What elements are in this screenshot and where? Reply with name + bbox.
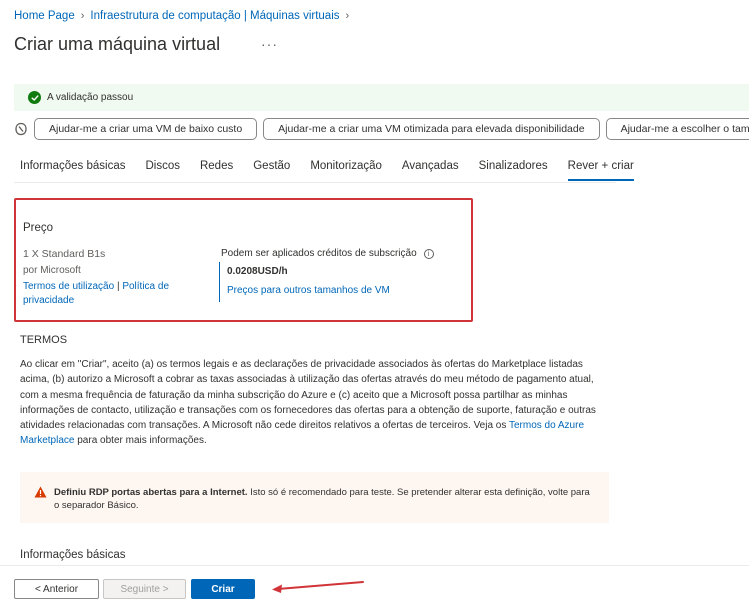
wizard-footer: < Anterior Seguinte > Criar <box>0 565 749 613</box>
warning-bold-text: Definiu RDP portas abertas para a Intern… <box>54 487 248 498</box>
suggestion-low-cost-vm[interactable]: Ajudar-me a criar uma VM de baixo custo <box>34 118 258 140</box>
tab-basics[interactable]: Informações básicas <box>20 160 125 181</box>
tab-advanced[interactable]: Avançadas <box>402 160 459 181</box>
annotation-arrow-icon <box>272 581 364 593</box>
breadcrumb-chevron-icon: › <box>80 10 85 22</box>
basics-section-heading: Informações básicas <box>20 549 126 561</box>
rdp-warning-banner: Definiu RDP portas abertas para a Intern… <box>20 472 609 523</box>
copilot-suggestions: Ajudar-me a criar uma VM de baixo custo … <box>14 117 749 141</box>
credit-note: Podem ser aplicados créditos de subscriç… <box>221 248 434 259</box>
success-check-icon <box>28 91 41 104</box>
next-button[interactable]: Seguinte > <box>103 579 186 599</box>
product-publisher: por Microsoft <box>23 265 81 276</box>
suggestion-high-availability-vm[interactable]: Ajudar-me a criar uma VM otimizada para … <box>263 118 600 140</box>
wizard-tabs: Informações básicas Discos Redes Gestão … <box>20 160 654 181</box>
validation-banner: A validação passou <box>14 84 749 111</box>
tab-networking[interactable]: Redes <box>200 160 233 181</box>
create-button[interactable]: Criar <box>191 579 255 599</box>
warning-icon <box>34 486 47 498</box>
tab-review-create[interactable]: Rever + criar <box>567 160 634 181</box>
price-legal-links: Termos de utilização | Política de priva… <box>23 280 198 308</box>
tab-management[interactable]: Gestão <box>253 160 290 181</box>
tab-disks[interactable]: Discos <box>145 160 180 181</box>
terms-heading: TERMOS <box>20 334 68 346</box>
link-separator: | <box>116 281 120 292</box>
terms-body: Ao clicar em "Criar", aceito (a) os term… <box>20 357 610 449</box>
page-title: Criar uma máquina virtual <box>14 34 221 54</box>
copilot-icon <box>14 122 28 136</box>
tab-tags[interactable]: Sinalizadores <box>479 160 548 181</box>
price-value: 0.0208USD/h <box>227 266 288 277</box>
price-section: Preço 1 X Standard B1s por Microsoft Ter… <box>14 198 473 322</box>
tabs-divider <box>14 182 616 183</box>
credit-note-text: Podem ser aplicados créditos de subscriç… <box>221 248 417 259</box>
suggestion-choose-size[interactable]: Ajudar-me a escolher o tama <box>605 118 749 140</box>
breadcrumb-chevron-icon: › <box>345 10 350 22</box>
price-title: Preço <box>23 222 54 234</box>
info-icon[interactable]: i <box>423 248 434 259</box>
breadcrumb: Home Page › Infraestrutura de computação… <box>14 10 355 22</box>
breadcrumb-home[interactable]: Home Page <box>14 10 75 22</box>
other-sizes-pricing-link[interactable]: Preços para outros tamanhos de VM <box>227 285 390 296</box>
tab-monitoring[interactable]: Monitorização <box>310 160 382 181</box>
previous-button[interactable]: < Anterior <box>14 579 99 599</box>
terms-text-end: para obter mais informações. <box>74 435 207 447</box>
warning-text: Definiu RDP portas abertas para a Intern… <box>54 486 597 512</box>
validation-text: A validação passou <box>47 92 134 103</box>
price-details: 0.0208USD/h Preços para outros tamanhos … <box>219 262 390 302</box>
breadcrumb-virtual-machines[interactable]: Infraestrutura de computação | Máquinas … <box>90 10 339 22</box>
more-options-icon[interactable]: ··· <box>261 36 278 52</box>
terms-of-use-link[interactable]: Termos de utilização <box>23 281 114 292</box>
product-name: 1 X Standard B1s <box>23 248 106 260</box>
